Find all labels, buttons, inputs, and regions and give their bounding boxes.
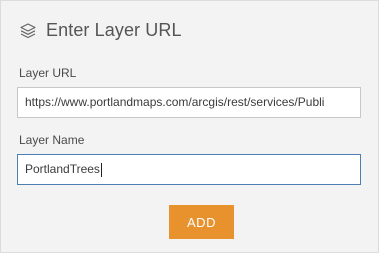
add-button[interactable]: ADD [169, 205, 234, 239]
layer-name-label: Layer Name [19, 133, 85, 147]
layer-url-input[interactable]: https://www.portlandmaps.com/arcgis/rest… [17, 87, 361, 118]
layers-icon [19, 22, 37, 40]
text-caret [100, 162, 102, 177]
layer-url-value: https://www.portlandmaps.com/arcgis/rest… [25, 95, 325, 109]
panel-title: Enter Layer URL [46, 20, 182, 40]
layer-name-input[interactable]: PortlandTrees [17, 154, 361, 185]
layer-url-label: Layer URL [19, 66, 77, 80]
layer-name-value: PortlandTrees [25, 162, 100, 176]
enter-layer-url-panel: Enter Layer URL Layer URL https://www.po… [0, 0, 379, 253]
panel-header: Enter Layer URL [19, 20, 182, 41]
